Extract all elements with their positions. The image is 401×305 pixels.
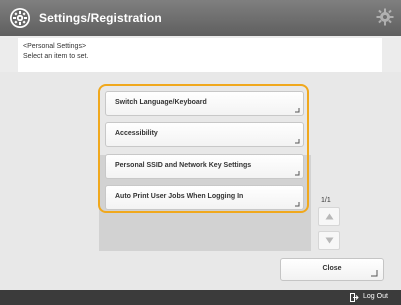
footer-bar: Log Out [0,290,401,305]
accessibility-button[interactable]: Accessibility [105,122,304,147]
logout-icon [350,293,359,302]
scroll-up-icon [325,213,334,220]
logout-label: Log Out [363,293,388,300]
switch-language-keyboard-button[interactable]: Switch Language/Keyboard [105,91,304,116]
settings-screen: Settings/Registration <Personal Settings… [0,0,401,305]
page-title: Settings/Registration [39,11,162,25]
menu-item-label: Switch Language/Keyboard [115,99,207,106]
breadcrumb: <Personal Settings> [23,43,87,50]
instruction-text: Select an item to set. [23,53,89,60]
scroll-up-button[interactable] [318,207,340,226]
gear-icon [376,8,394,26]
close-button[interactable]: Close [280,258,384,281]
menu-item-label: Accessibility [115,130,158,137]
close-button-label: Close [322,265,342,272]
personal-ssid-network-key-button[interactable]: Personal SSID and Network Key Settings [105,154,304,179]
corner-indicator-icon [295,139,300,144]
menu-item-label: Auto Print User Jobs When Logging In [115,193,244,200]
menu-item-label: Personal SSID and Network Key Settings [115,162,252,169]
corner-indicator-icon [295,202,300,207]
scroll-down-button[interactable] [318,231,340,250]
corner-indicator-icon [295,171,300,176]
corner-indicator-icon [371,270,378,277]
header-bar: Settings/Registration [0,0,401,36]
page-indicator: 1/1 [321,197,331,204]
auto-print-user-jobs-button[interactable]: Auto Print User Jobs When Logging In [105,185,304,210]
scroll-down-icon [325,237,334,244]
corner-indicator-icon [295,108,300,113]
instruction-panel: <Personal Settings> Select an item to se… [18,38,382,72]
settings-registration-icon [10,8,30,28]
